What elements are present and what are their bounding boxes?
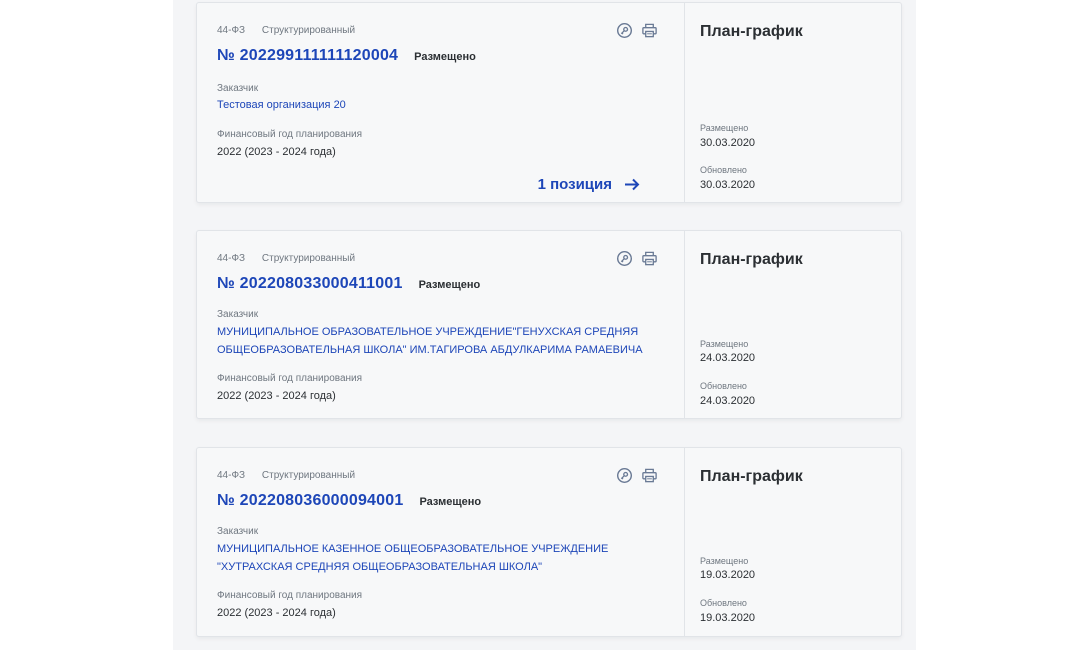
customer-name-line-1: МУНИЦИПАЛЬНОЕ КАЗЕННОЕ ОБЩЕОБРАЗОВАТЕЛЬН… — [217, 543, 609, 555]
updated-label: Обновлено — [700, 598, 747, 608]
doc-type-title: План-график — [700, 468, 803, 485]
positions-link[interactable]: 1 позиция — [538, 176, 640, 193]
placed-date: 19.03.2020 — [700, 569, 756, 581]
law-tag: 44-ФЗ — [217, 470, 246, 481]
fin-year-label: Финансовый год планирования — [217, 590, 363, 601]
kind-tag: Структурированный — [261, 470, 356, 481]
customer-label: Заказчик — [217, 526, 259, 537]
print-icon[interactable] — [641, 250, 658, 267]
plan-card-meta: 44-ФЗ Структурированный — [217, 470, 355, 481]
status-label: Размещено — [414, 51, 476, 63]
plan-card-side: План-график Размещено 19.03.2020 Обновле… — [685, 448, 901, 636]
plan-card: 44-ФЗ Структурированный № 20220803600009… — [196, 447, 902, 637]
plan-card-main: 44-ФЗ Структурированный № 20229911111112… — [197, 3, 685, 202]
kind-tag: Структурированный — [261, 25, 356, 36]
positions-label: 1 позиция — [537, 176, 612, 193]
plan-card-side: План-график Размещено 30.03.2020 Обновле… — [685, 3, 901, 202]
kind-tag: Структурированный — [261, 253, 356, 264]
fin-year-value: 2022 (2023 - 2024 года) — [217, 146, 336, 158]
customer-link[interactable]: МУНИЦИПАЛЬНОЕ КАЗЕННОЕ ОБЩЕОБРАЗОВАТЕЛЬН… — [217, 540, 657, 576]
plan-number-row: № 202208036000094001 Размещено — [217, 492, 481, 510]
placed-label: Размещено — [700, 339, 749, 349]
card-actions — [616, 22, 658, 39]
law-tag: 44-ФЗ — [217, 25, 246, 36]
plan-number-link[interactable]: № 202208036000094001 — [217, 492, 403, 510]
signature-icon[interactable] — [616, 250, 633, 267]
signature-icon[interactable] — [616, 467, 633, 484]
updated-date: 24.03.2020 — [700, 395, 756, 407]
fin-year-value: 2022 (2023 - 2024 года) — [217, 607, 336, 619]
doc-type-title: План-график — [700, 23, 803, 40]
fin-year-value: 2022 (2023 - 2024 года) — [217, 390, 336, 402]
plan-card-side: План-график Размещено 24.03.2020 Обновле… — [685, 231, 901, 418]
customer-link[interactable]: МУНИЦИПАЛЬНОЕ ОБРАЗОВАТЕЛЬНОЕ УЧРЕЖДЕНИЕ… — [217, 323, 657, 359]
customer-label: Заказчик — [217, 309, 259, 320]
plan-card: 44-ФЗ Структурированный № 20220803300041… — [196, 230, 902, 419]
card-actions — [616, 250, 658, 267]
plan-number-row: № 202299111111120004 Размещено — [217, 47, 476, 65]
status-label: Размещено — [418, 279, 481, 291]
signature-icon[interactable] — [616, 22, 633, 39]
fin-year-label: Финансовый год планирования — [217, 129, 363, 140]
customer-link[interactable]: Тестовая организация 20 — [217, 96, 657, 114]
placed-date: 24.03.2020 — [700, 352, 756, 364]
law-tag: 44-ФЗ — [217, 253, 246, 264]
plan-number-link[interactable]: № 202299111111120004 — [217, 47, 398, 65]
customer-name-line-1: Тестовая организация 20 — [217, 99, 346, 111]
plan-number-row: № 202208033000411001 Размещено — [217, 275, 480, 293]
customer-name-line-2: ОБЩЕОБРАЗОВАТЕЛЬНАЯ ШКОЛА" ИМ.ТАГИРОВА А… — [217, 344, 643, 356]
updated-label: Обновлено — [700, 165, 747, 175]
updated-label: Обновлено — [700, 381, 747, 391]
customer-name-line-1: МУНИЦИПАЛЬНОЕ ОБРАЗОВАТЕЛЬНОЕ УЧРЕЖДЕНИЕ… — [217, 326, 639, 338]
card-actions — [616, 467, 658, 484]
updated-date: 30.03.2020 — [700, 179, 756, 191]
arrow-right-icon — [625, 178, 640, 191]
plan-card: 44-ФЗ Структурированный № 20229911111112… — [196, 2, 902, 203]
print-icon[interactable] — [641, 22, 658, 39]
plan-card-main: 44-ФЗ Структурированный № 20220803600009… — [197, 448, 685, 636]
doc-type-title: План-график — [700, 251, 803, 268]
status-label: Размещено — [419, 496, 482, 508]
placed-label: Размещено — [700, 556, 749, 566]
plan-number-link[interactable]: № 202208033000411001 — [217, 275, 403, 293]
placed-date: 30.03.2020 — [700, 137, 756, 149]
plan-card-meta: 44-ФЗ Структурированный — [217, 25, 355, 36]
print-icon[interactable] — [641, 467, 658, 484]
customer-name-line-2: "ХУТРАХСКАЯ СРЕДНЯЯ ОБЩЕОБРАЗОВАТЕЛЬНАЯ … — [217, 561, 543, 573]
plan-card-meta: 44-ФЗ Структурированный — [217, 253, 355, 264]
placed-label: Размещено — [700, 123, 749, 133]
fin-year-label: Финансовый год планирования — [217, 373, 363, 384]
updated-date: 19.03.2020 — [700, 612, 756, 624]
customer-label: Заказчик — [217, 83, 259, 94]
plan-card-main: 44-ФЗ Структурированный № 20220803300041… — [197, 231, 685, 418]
